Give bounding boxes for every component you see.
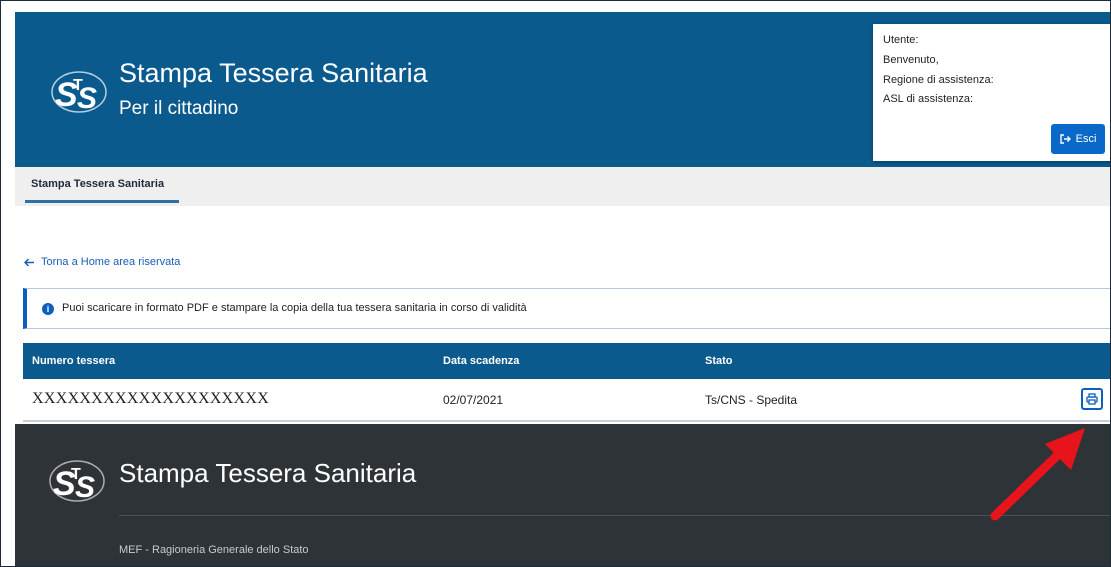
exit-button-label: Esci xyxy=(1075,133,1097,145)
cell-numero-tessera: XXXXXXXXXXXXXXXXXXXX xyxy=(32,390,270,407)
site-subtitle: Per il cittadino xyxy=(119,98,239,119)
asl-label: ASL di assistenza: xyxy=(883,93,974,105)
cell-stato: Ts/CNS - Spedita xyxy=(705,393,798,407)
active-tab-indicator xyxy=(25,200,179,203)
info-alert: i Puoi scaricare in formato PDF e stampa… xyxy=(23,288,1110,329)
print-button[interactable] xyxy=(1081,388,1103,410)
footer-divider xyxy=(119,515,1110,516)
exit-button[interactable]: Esci xyxy=(1051,124,1105,154)
arrow-left-icon xyxy=(24,257,34,267)
back-home-link[interactable]: Torna a Home area riservata xyxy=(24,256,180,268)
site-title: Stampa Tessera Sanitaria xyxy=(119,58,428,88)
site-header: S T S Stampa Tessera Sanitaria Per il ci… xyxy=(15,12,1110,167)
printer-icon xyxy=(1086,393,1098,405)
svg-text:S: S xyxy=(75,471,95,504)
table-row: XXXXXXXXXXXXXXXXXXXX 02/07/2021 Ts/CNS -… xyxy=(23,379,1110,422)
sts-footer-logo: S T S xyxy=(49,460,105,504)
col-header-stato: Stato xyxy=(705,355,733,367)
welcome-text: Benvenuto, xyxy=(883,54,939,66)
footer-title: Stampa Tessera Sanitaria xyxy=(119,458,417,488)
tab-stampa-tessera[interactable]: Stampa Tessera Sanitaria xyxy=(31,178,164,190)
col-header-numero: Numero tessera xyxy=(32,355,116,367)
table-header: Numero tessera Data scadenza Stato xyxy=(23,343,1110,379)
site-footer: S T S Stampa Tessera Sanitaria MEF - Rag… xyxy=(15,424,1110,566)
footer-subtitle: MEF - Ragioneria Generale dello Stato xyxy=(119,544,309,556)
tab-bar: Stampa Tessera Sanitaria xyxy=(15,167,1110,206)
sign-out-icon xyxy=(1059,134,1071,144)
info-icon: i xyxy=(42,303,54,315)
back-link-label: Torna a Home area riservata xyxy=(41,256,181,268)
cell-data-scadenza: 02/07/2021 xyxy=(443,393,504,407)
svg-text:S: S xyxy=(77,82,97,115)
alert-text: Puoi scaricare in formato PDF e stampare… xyxy=(62,302,527,314)
user-info-panel: Utente: Benvenuto, Regione di assistenza… xyxy=(873,24,1110,161)
sts-logo: S T S xyxy=(51,71,107,115)
region-label: Regione di assistenza: xyxy=(883,74,994,86)
col-header-scadenza: Data scadenza xyxy=(443,355,520,367)
page-frame: S T S Stampa Tessera Sanitaria Per il ci… xyxy=(0,0,1111,567)
red-arrow-annotation xyxy=(990,428,1085,521)
user-label: Utente: xyxy=(883,34,919,46)
